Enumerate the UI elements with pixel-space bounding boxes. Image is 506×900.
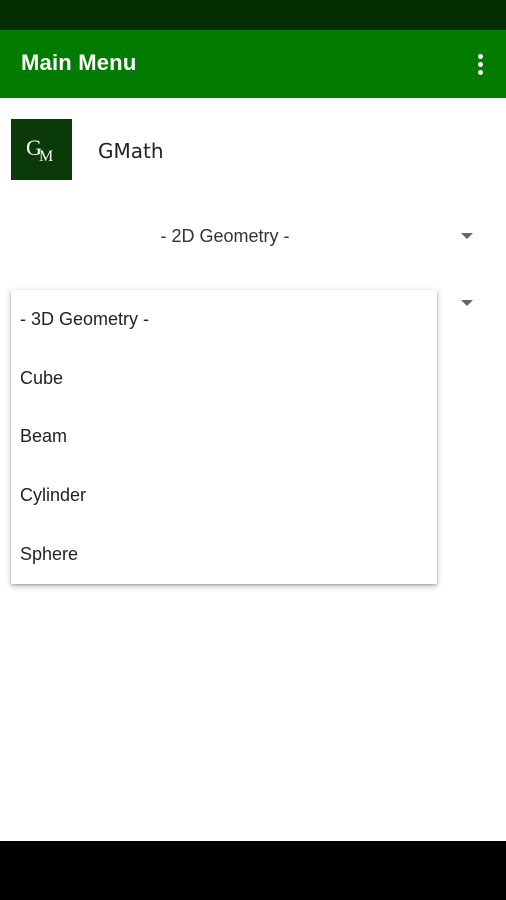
dropdown-arrow-icon xyxy=(461,233,473,239)
dropdown-item-beam[interactable]: Beam xyxy=(11,408,437,467)
status-bar xyxy=(0,0,506,30)
dropdown-item-sphere[interactable]: Sphere xyxy=(11,525,437,584)
more-vert-icon[interactable] xyxy=(466,48,494,80)
dropdown-item-cube[interactable]: Cube xyxy=(11,349,437,408)
app-name: GMath xyxy=(98,139,164,163)
dropdown-item-3d-geometry[interactable]: - 3D Geometry - xyxy=(11,290,437,349)
geometry-3d-dropdown: - 3D Geometry - Cube Beam Cylinder Spher… xyxy=(11,290,437,584)
dropdown-item-cylinder[interactable]: Cylinder xyxy=(11,466,437,525)
geometry-2d-selected: - 2D Geometry - xyxy=(160,226,290,246)
geometry-2d-spinner[interactable]: - 2D Geometry - xyxy=(0,210,506,262)
dropdown-arrow-icon[interactable] xyxy=(461,300,473,306)
navigation-bar xyxy=(0,841,506,900)
app-logo: G M xyxy=(11,119,72,180)
svg-text:M: M xyxy=(39,148,53,165)
page-title: Main Menu xyxy=(21,50,137,75)
app-bar: Main Menu xyxy=(0,30,506,98)
